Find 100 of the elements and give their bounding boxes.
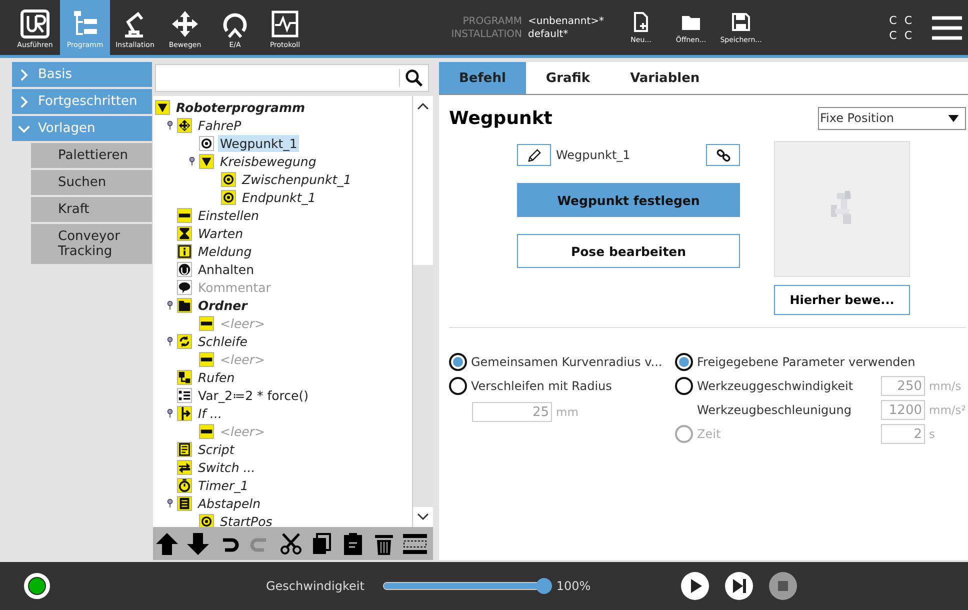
template-item[interactable]: Conveyor Tracking xyxy=(31,224,152,264)
caret-icon xyxy=(948,114,959,122)
program-node[interactable]: Zwischenpunkt_1 xyxy=(240,170,354,188)
option-label: Zeit xyxy=(697,427,722,441)
node-title: Wegpunkt xyxy=(449,108,552,128)
link-icon xyxy=(716,148,730,162)
target-icon xyxy=(199,514,214,527)
expand-pin-icon[interactable] xyxy=(167,300,173,310)
position-dropdown[interactable]: Fixe Position xyxy=(818,106,966,130)
target-icon xyxy=(221,190,236,204)
template-item[interactable]: Kraft xyxy=(31,197,152,222)
menu-icon[interactable] xyxy=(932,16,962,40)
move-here-button[interactable]: Hierher bewe... xyxy=(774,285,910,315)
option-label: Gemeinsamen Kurvenradius v... xyxy=(471,355,662,369)
program-node[interactable]: Endpunkt_1 xyxy=(240,188,318,206)
list-icon xyxy=(177,388,192,402)
template-item[interactable]: Suchen xyxy=(31,170,152,195)
arrow-up-icon[interactable] xyxy=(155,532,179,556)
radio-button[interactable] xyxy=(449,377,467,395)
expand-pin-icon[interactable] xyxy=(189,156,195,166)
program-node[interactable]: StartPos xyxy=(218,512,274,527)
program-node[interactable]: Ordner xyxy=(196,296,250,314)
program-node[interactable]: FahreP xyxy=(196,116,244,134)
status-indicator: C C xyxy=(889,14,914,26)
template-item[interactable]: Palettieren xyxy=(31,143,152,168)
program-node[interactable]: Einstellen xyxy=(196,206,261,224)
speech-bubble-icon xyxy=(177,280,192,294)
scrollbar[interactable] xyxy=(412,96,433,527)
link-button[interactable] xyxy=(706,144,740,166)
hourglass-icon xyxy=(177,226,192,240)
expand-pin-icon[interactable] xyxy=(167,408,173,418)
speed-reading: 100% xyxy=(556,579,591,593)
unit-label: mm/s² xyxy=(929,403,965,417)
loop-icon xyxy=(177,334,192,348)
edit-pose-button[interactable]: Pose bearbeiten xyxy=(517,234,740,268)
program-node[interactable]: If ... xyxy=(196,404,224,422)
program-node[interactable]: Switch ... xyxy=(196,458,258,476)
status-indicator: C C xyxy=(889,28,914,42)
program-node[interactable]: Schleife xyxy=(196,332,250,350)
branch-icon xyxy=(177,406,192,420)
program-node[interactable]: Wegpunkt_1 xyxy=(218,134,300,152)
program-node[interactable]: Script xyxy=(196,440,236,458)
radio-button[interactable] xyxy=(675,377,693,395)
bar-icon xyxy=(177,208,192,222)
program-node[interactable]: Roboterprogramm xyxy=(174,98,308,116)
call-icon xyxy=(177,370,192,384)
folder-icon xyxy=(177,298,192,312)
program-node[interactable]: Anhalten xyxy=(196,260,256,278)
option-label: Werkzeugbeschleunigung xyxy=(697,403,852,417)
expand-pin-icon[interactable] xyxy=(167,120,173,130)
waypoint-name: Wegpunkt_1 xyxy=(555,148,632,162)
unit-label: s xyxy=(929,427,936,441)
unit-label: mm/s xyxy=(929,379,962,393)
program-node[interactable]: Warten xyxy=(196,224,245,242)
set-waypoint-button[interactable]: Wegpunkt festlegen xyxy=(517,183,740,217)
program-node[interactable]: Meldung xyxy=(196,242,254,260)
program-name: <unbenannt>* xyxy=(528,16,604,26)
dashed-bar-icon[interactable] xyxy=(403,532,427,556)
timer-icon xyxy=(177,478,192,492)
option-label: Werkzeuggeschwindigkeit xyxy=(697,379,854,393)
new-file-icon xyxy=(631,12,651,32)
editor-tab[interactable]: Befehl xyxy=(439,62,526,94)
installation-name: default* xyxy=(528,28,568,40)
arrow-down-icon[interactable] xyxy=(186,532,210,556)
power-status-icon[interactable] xyxy=(24,573,50,599)
program-label: PROGRAMM xyxy=(462,16,522,26)
swap-arrows-icon xyxy=(177,460,192,474)
play-icon[interactable] xyxy=(680,572,709,600)
script-icon xyxy=(177,442,192,456)
expand-pin-icon[interactable] xyxy=(167,336,173,346)
search-field[interactable] xyxy=(155,64,429,92)
program-node[interactable]: Kreisbewegung xyxy=(218,152,318,170)
option-label: Freigegebene Parameter verwenden xyxy=(697,355,916,369)
copy-icon[interactable] xyxy=(310,532,334,556)
program-node[interactable]: Var_2≔2 * force() xyxy=(196,386,310,404)
program-node[interactable]: Timer_1 xyxy=(196,476,250,494)
program-node[interactable]: Rufen xyxy=(196,368,237,386)
rename-button[interactable] xyxy=(517,144,551,166)
bar-icon xyxy=(199,316,214,330)
clipboard-icon[interactable] xyxy=(341,532,365,556)
pallet-icon xyxy=(177,496,192,510)
bar-icon xyxy=(199,352,214,366)
target-icon xyxy=(199,136,214,150)
bar-icon xyxy=(199,424,214,438)
move-arrows-icon xyxy=(177,118,192,132)
installation-label: INSTALLATION xyxy=(450,28,522,40)
program-node[interactable]: Abstapeln xyxy=(196,494,263,512)
logo-icon xyxy=(20,8,50,38)
info-icon xyxy=(177,244,192,258)
slider-thumb[interactable] xyxy=(536,578,552,594)
unit-label: mm xyxy=(556,405,580,419)
expand-pin-icon[interactable] xyxy=(167,498,173,508)
target-icon xyxy=(221,172,236,186)
radio-button[interactable] xyxy=(449,353,467,371)
speed-label: Geschwindigkeit xyxy=(266,579,364,593)
step-icon[interactable] xyxy=(724,572,753,600)
pencil-icon xyxy=(526,148,542,162)
radio-button[interactable] xyxy=(675,353,693,371)
scissors-icon[interactable] xyxy=(279,532,303,556)
chart-icon xyxy=(270,8,300,38)
